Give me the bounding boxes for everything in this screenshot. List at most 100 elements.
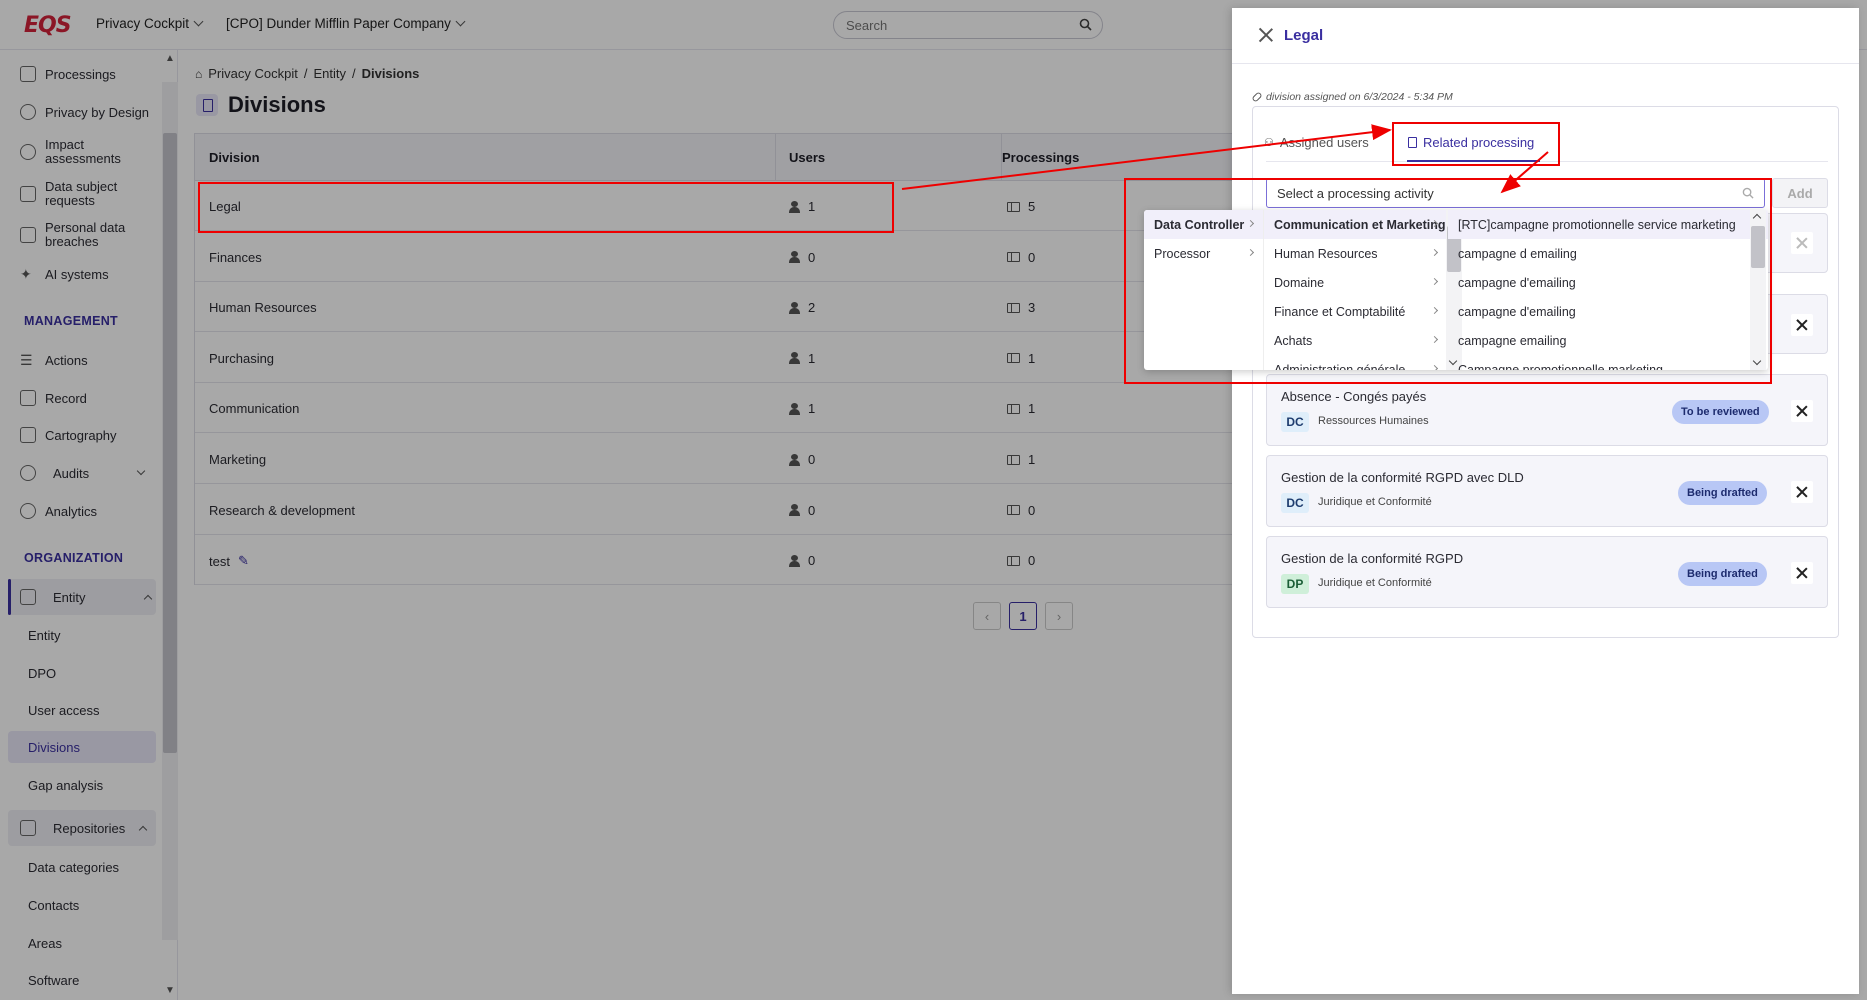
division-drawer: Legal division assigned on 6/3/2024 - 5:… bbox=[1232, 8, 1859, 994]
global-search[interactable] bbox=[833, 11, 1103, 39]
table-row[interactable]: Legal 1 5 bbox=[195, 181, 1233, 231]
cascader-option-domain[interactable]: Achats bbox=[1264, 326, 1447, 355]
chat-icon bbox=[20, 186, 36, 202]
column-header-division[interactable]: Division bbox=[209, 150, 260, 165]
processing-activity-select[interactable]: Select a processing activity bbox=[1266, 178, 1765, 208]
app-switcher[interactable]: Privacy Cockpit bbox=[96, 16, 204, 31]
cascader-option-activity[interactable]: [RTC]campagne promotionnelle service mar… bbox=[1448, 210, 1768, 239]
scroll-down-arrow-icon[interactable] bbox=[1752, 356, 1762, 366]
sidebar-item-record[interactable]: Record bbox=[20, 390, 87, 406]
processing-card[interactable]: Gestion de la conformité RGPD avec DLD DC… bbox=[1266, 455, 1828, 527]
cascader-option-activity[interactable]: campagne d'emailing bbox=[1448, 268, 1768, 297]
search-input[interactable] bbox=[846, 17, 1074, 33]
division-name: Research & development bbox=[209, 502, 355, 518]
cascader-option-activity[interactable]: Campagne promotionnelle marketing bbox=[1448, 355, 1768, 371]
select-placeholder: Select a processing activity bbox=[1277, 185, 1434, 201]
option-label: Processor bbox=[1154, 246, 1211, 261]
cascader-option-domain[interactable]: Domaine bbox=[1264, 268, 1447, 297]
sidebar-sub-data-categories[interactable]: Data categories bbox=[28, 860, 119, 875]
sidebar-item-privacy-by-design[interactable]: Privacy by Design bbox=[20, 104, 149, 120]
option-label: Communication et Marketing bbox=[1274, 217, 1446, 232]
user-icon bbox=[789, 352, 800, 365]
sidebar-item-label: Record bbox=[45, 390, 87, 406]
sidebar-sub-areas[interactable]: Areas bbox=[28, 936, 62, 951]
sidebar-item-analytics[interactable]: Analytics bbox=[20, 503, 97, 519]
sidebar-item-ai-systems[interactable]: ✦ AI systems bbox=[20, 266, 109, 283]
remove-card-button[interactable] bbox=[1791, 481, 1813, 503]
table-row[interactable]: Marketing 0 1 bbox=[195, 434, 1233, 484]
add-button[interactable]: Add bbox=[1772, 178, 1828, 208]
sidebar-sub-user-access[interactable]: User access bbox=[28, 703, 100, 718]
sidebar-sub-entity[interactable]: Entity bbox=[28, 628, 61, 643]
division-cell: Marketing bbox=[209, 452, 266, 467]
processings-cell: 0 bbox=[1007, 553, 1035, 568]
processing-card[interactable]: Gestion de la conformité RGPD DP Juridique… bbox=[1266, 536, 1828, 608]
sidebar-sub-software[interactable]: Software bbox=[28, 973, 79, 988]
sidebar-item-personal-data-breaches[interactable]: Personal data breaches bbox=[20, 221, 135, 249]
option-label: [RTC]campagne promotionnelle service mar… bbox=[1458, 217, 1736, 232]
tab-assigned-users[interactable]: ⚇ Assigned users bbox=[1264, 135, 1369, 150]
scroll-down-arrow-icon[interactable]: ▼ bbox=[165, 985, 175, 996]
remove-card-button[interactable] bbox=[1791, 232, 1813, 254]
drawer-header: Legal bbox=[1232, 8, 1859, 64]
remove-card-button[interactable] bbox=[1791, 314, 1813, 336]
role-badge: DC bbox=[1281, 493, 1309, 513]
sidebar-sub-contacts[interactable]: Contacts bbox=[28, 898, 79, 913]
table-row[interactable]: Research & development 0 0 bbox=[195, 485, 1233, 535]
table-icon bbox=[1007, 353, 1020, 364]
pencil-icon[interactable]: ✎ bbox=[238, 553, 249, 569]
processing-card[interactable]: Absence - Congés payés DC Ressources Humai… bbox=[1266, 374, 1828, 446]
pager-page-1[interactable]: 1 bbox=[1009, 602, 1037, 630]
column-header-processings[interactable]: Processings bbox=[1002, 150, 1079, 165]
breadcrumb-item-privacy-cockpit[interactable]: Privacy Cockpit bbox=[208, 66, 298, 81]
cascader-option-domain[interactable]: Finance et Comptabilité bbox=[1264, 297, 1447, 326]
sidebar-scrollbar-thumb[interactable] bbox=[163, 133, 177, 753]
scroll-up-arrow-icon[interactable]: ▲ bbox=[165, 53, 175, 64]
table-row[interactable]: Human Resources 2 3 bbox=[195, 282, 1233, 333]
company-switcher[interactable]: [CPO] Dunder Mifflin Paper Company bbox=[226, 16, 466, 31]
pager-prev-button[interactable]: ‹ bbox=[973, 602, 1001, 630]
building-icon bbox=[20, 589, 36, 605]
user-icon bbox=[789, 554, 800, 567]
breadcrumb-item-entity[interactable]: Entity bbox=[313, 66, 346, 81]
cascader-option-activity[interactable]: campagne d emailing bbox=[1448, 239, 1768, 268]
sidebar-sub-gap-analysis[interactable]: Gap analysis bbox=[28, 778, 103, 793]
table-row[interactable]: Purchasing 1 1 bbox=[195, 333, 1233, 383]
table-row[interactable]: Communication 1 1 bbox=[195, 383, 1233, 434]
cascader-option-activity[interactable]: campagne emailing bbox=[1448, 326, 1768, 355]
sidebar-item-data-subject-requests[interactable]: Data subject requests bbox=[20, 180, 135, 208]
user-icon bbox=[789, 200, 800, 213]
table-row[interactable]: test ✎ 0 0 bbox=[195, 535, 1233, 586]
sidebar-item-audits[interactable]: Audits bbox=[20, 465, 146, 481]
scrollbar-thumb[interactable] bbox=[1751, 226, 1765, 268]
cascader-option-domain[interactable]: Human Resources bbox=[1264, 239, 1447, 268]
division-cell: Purchasing bbox=[209, 351, 274, 366]
sidebar-item-impact-assessments[interactable]: Impact assessments bbox=[20, 138, 135, 166]
sidebar-item-processings[interactable]: Processings bbox=[20, 66, 116, 82]
tab-related-processing[interactable]: Related processing bbox=[1408, 135, 1534, 150]
scroll-up-arrow-icon[interactable] bbox=[1752, 213, 1762, 223]
sidebar-sub-divisions[interactable]: Divisions bbox=[28, 740, 80, 755]
eqs-logo[interactable]: EQS bbox=[24, 13, 72, 38]
remove-card-button[interactable] bbox=[1791, 400, 1813, 422]
cascader-option-domain[interactable]: Administration générale bbox=[1264, 355, 1447, 370]
column-header-users[interactable]: Users bbox=[789, 150, 825, 165]
cascader-scrollbar-activity[interactable] bbox=[1750, 210, 1766, 370]
table-row[interactable]: Finances 0 0 bbox=[195, 232, 1233, 282]
check-circle-icon bbox=[20, 465, 36, 481]
sidebar-group-repositories[interactable]: Repositories bbox=[20, 820, 148, 836]
close-icon[interactable] bbox=[1258, 27, 1274, 43]
search-icon[interactable] bbox=[1079, 18, 1092, 34]
cascader-option-role[interactable]: Processor bbox=[1144, 239, 1263, 268]
book-icon bbox=[20, 390, 36, 406]
pager-next-button[interactable]: › bbox=[1045, 602, 1073, 630]
sidebar-item-actions[interactable]: ☰ Actions bbox=[20, 352, 88, 369]
sidebar-sub-dpo[interactable]: DPO bbox=[28, 666, 56, 681]
sidebar-item-label: Audits bbox=[53, 465, 90, 481]
sidebar-group-entity[interactable]: Entity bbox=[20, 589, 152, 605]
cascader-option-domain[interactable]: Communication et Marketing bbox=[1264, 210, 1447, 239]
sidebar-item-cartography[interactable]: Cartography bbox=[20, 427, 117, 443]
cascader-option-role[interactable]: Data Controller bbox=[1144, 210, 1263, 239]
remove-card-button[interactable] bbox=[1791, 562, 1813, 584]
cascader-option-activity[interactable]: campagne d'emailing bbox=[1448, 297, 1768, 326]
